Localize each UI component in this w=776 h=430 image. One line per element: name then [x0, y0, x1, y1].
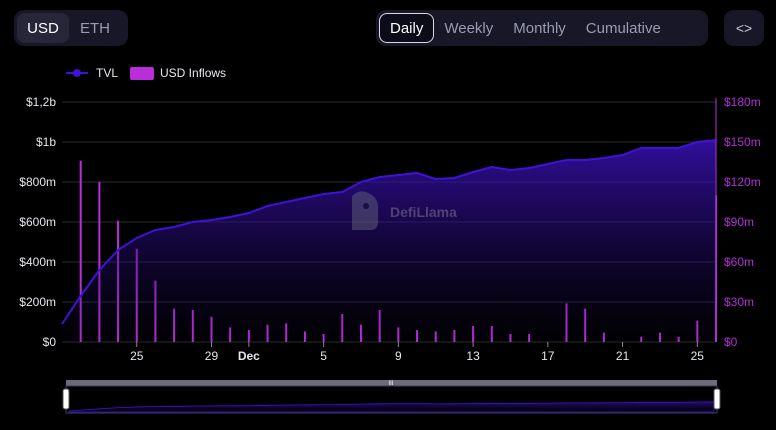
y-right-tick-label: $30m [724, 295, 754, 309]
y-right-tick-label: $60m [724, 255, 754, 269]
x-tick-label: 25 [130, 349, 144, 363]
x-tick-label: 21 [616, 349, 630, 363]
y-left-tick-label: $800m [19, 175, 56, 189]
y-left-tick-label: $1,2b [26, 95, 56, 109]
y-right-tick-label: $0 [724, 335, 738, 349]
x-axis: 25 29 Dec 5 9 13 17 21 25 [130, 342, 704, 363]
y-left-tick-label: $0 [43, 335, 57, 349]
x-tick-label: 5 [320, 349, 327, 363]
x-tick-label: Dec [238, 349, 260, 363]
y-left-tick-label: $600m [19, 215, 56, 229]
y-left-tick-label: $200m [19, 295, 56, 309]
x-tick-label: 17 [541, 349, 555, 363]
brush-left-handle[interactable] [62, 388, 70, 410]
y-left-tick-label: $1b [36, 135, 56, 149]
y-right-tick-label: $180m [724, 95, 761, 109]
y-right-tick-label: $90m [724, 215, 754, 229]
tvl-area-fill [62, 140, 716, 342]
x-tick-label: 29 [205, 349, 219, 363]
x-tick-label: 9 [395, 349, 402, 363]
x-tick-label: 13 [466, 349, 480, 363]
llama-logo-icon [352, 191, 378, 230]
tvl-area [61, 139, 717, 342]
brush-preview-area [68, 401, 715, 413]
x-tick-label: 25 [691, 349, 705, 363]
y-left-tick-label: $400m [19, 255, 56, 269]
range-brush[interactable]: III [62, 380, 721, 414]
y-right-tick-label: $150m [724, 135, 761, 149]
brush-right-handle[interactable] [713, 388, 721, 410]
tvl-inflows-chart: DefiLlama $0 $200m $400m $600m $800m $1b $1,2b… [19, 95, 761, 414]
y-axis-left: $0 $200m $400m $600m $800m $1b $1,2b [19, 95, 56, 349]
y-right-tick-label: $120m [724, 175, 761, 189]
watermark-label: DefiLlama [390, 204, 457, 220]
y-axis-right: $0 $30m $60m $90m $120m $150m $180m [715, 95, 761, 349]
